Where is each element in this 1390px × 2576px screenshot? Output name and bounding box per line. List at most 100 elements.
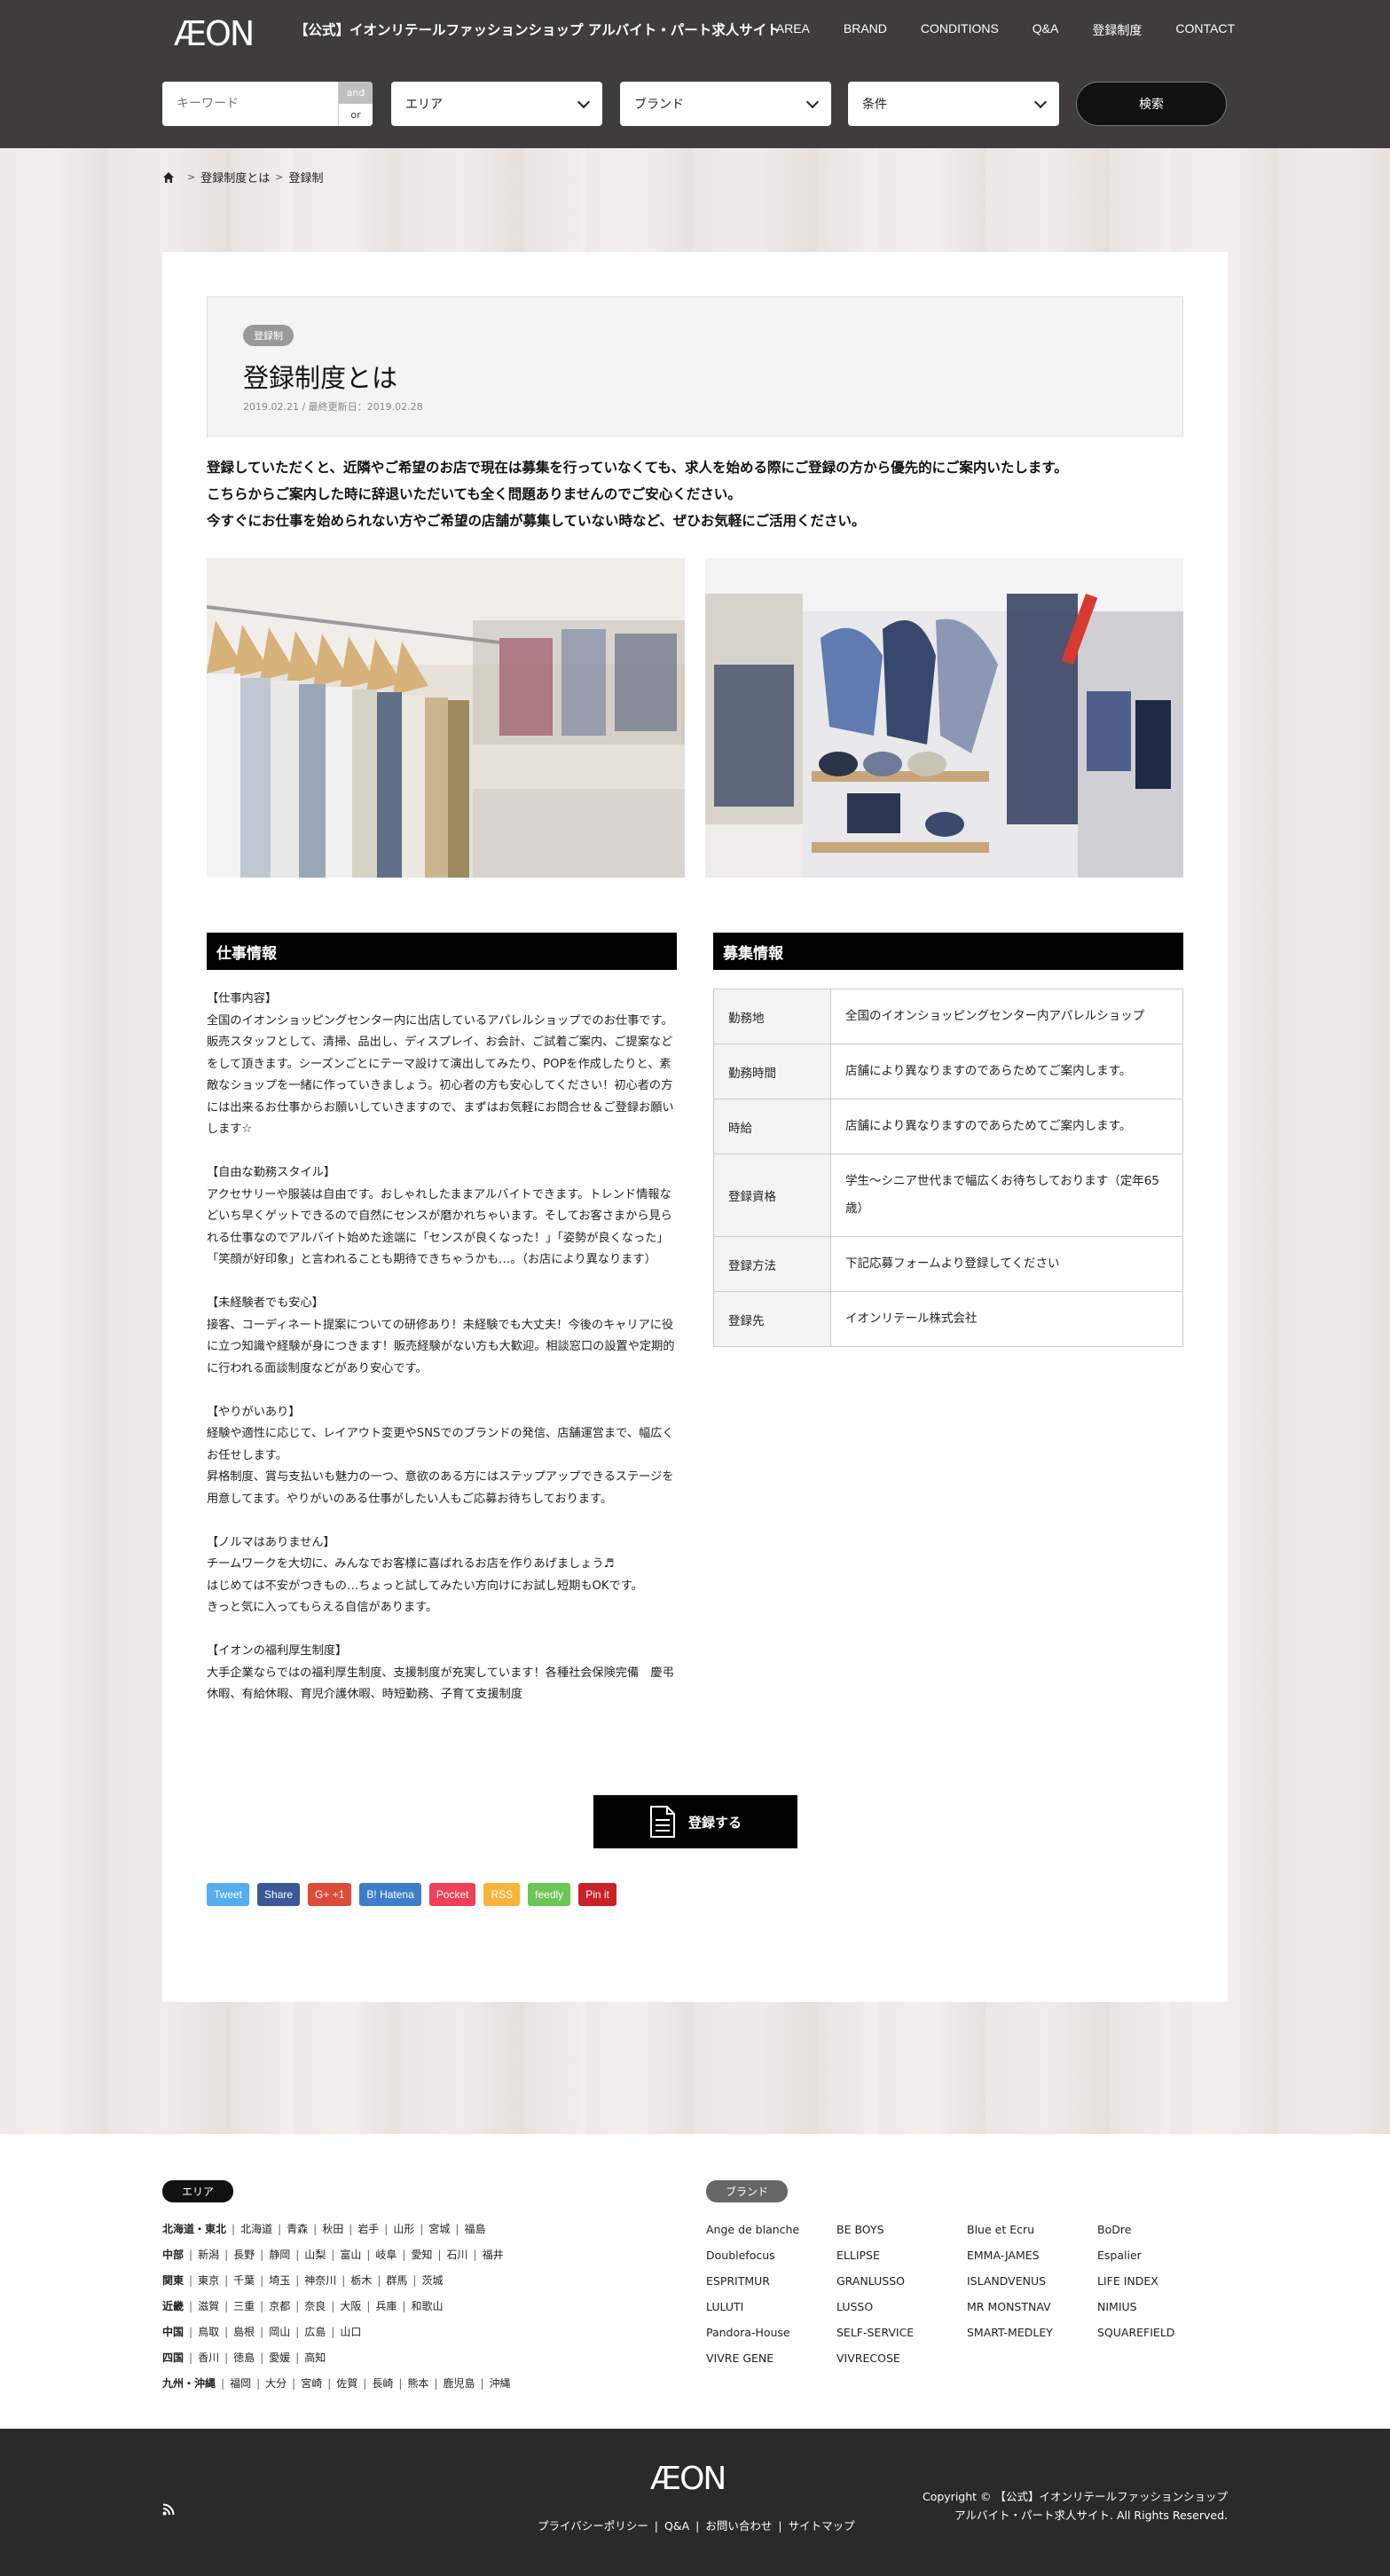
prefecture-link[interactable]: 長崎	[372, 2377, 393, 2390]
brand-link[interactable]: SQUAREFIELD	[1097, 2320, 1228, 2345]
brand-link[interactable]: BoDre	[1097, 2217, 1228, 2242]
prefecture-link[interactable]: 大分	[265, 2377, 287, 2390]
nav-contact[interactable]: CONTACT	[1175, 21, 1235, 39]
brand-link[interactable]: SELF-SERVICE	[836, 2320, 967, 2345]
feedly-button[interactable]: feedly	[528, 1883, 571, 1906]
prefecture-link[interactable]: 栃木	[350, 2274, 372, 2287]
brand-link[interactable]: ESPRITMUR	[706, 2268, 836, 2294]
search-button[interactable]: 検索	[1076, 82, 1227, 126]
nav-registration[interactable]: 登録制度	[1092, 21, 1142, 39]
brand-link[interactable]: VIVRECOSE	[836, 2345, 967, 2371]
brand-select[interactable]: ブランド	[620, 82, 831, 126]
prefecture-link[interactable]: 福島	[464, 2223, 485, 2235]
prefecture-link[interactable]: 山形	[393, 2223, 414, 2235]
prefecture-link[interactable]: 東京	[198, 2274, 219, 2287]
prefecture-link[interactable]: 和歌山	[411, 2300, 443, 2312]
prefecture-link[interactable]: 富山	[340, 2249, 361, 2261]
prefecture-link[interactable]: 香川	[198, 2351, 219, 2364]
or-option[interactable]: or	[339, 104, 373, 126]
qa-link[interactable]: Q&A	[664, 2519, 689, 2533]
prefecture-link[interactable]: 神奈川	[304, 2274, 336, 2287]
brand-link[interactable]: BE BOYS	[836, 2217, 967, 2242]
and-option[interactable]: and	[339, 82, 373, 104]
prefecture-link[interactable]: 愛媛	[269, 2351, 290, 2364]
prefecture-link[interactable]: 埼玉	[269, 2274, 290, 2287]
brand-link[interactable]: LUSSO	[836, 2294, 967, 2320]
brand-link[interactable]: NIMIUS	[1097, 2294, 1228, 2320]
pocket-button[interactable]: Pocket	[428, 1883, 476, 1906]
aeon-logo[interactable]: ÆON	[174, 14, 255, 53]
prefecture-link[interactable]: 茨城	[421, 2274, 443, 2287]
prefecture-link[interactable]: 鹿児島	[443, 2377, 475, 2390]
prefecture-link[interactable]: 山梨	[304, 2249, 326, 2261]
nav-brand[interactable]: BRAND	[844, 21, 887, 39]
prefecture-link[interactable]: 高知	[304, 2351, 326, 2364]
prefecture-link[interactable]: 山口	[340, 2326, 361, 2338]
condition-select[interactable]: 条件	[848, 82, 1059, 126]
footer-logo[interactable]: ÆON	[650, 2461, 726, 2497]
prefecture-link[interactable]: 鳥取	[198, 2326, 219, 2338]
brand-link[interactable]: LIFE INDEX	[1097, 2268, 1228, 2294]
prefecture-link[interactable]: 福井	[483, 2249, 504, 2261]
prefecture-link[interactable]: 滋賀	[198, 2300, 219, 2312]
google-plus-button[interactable]: G+ +1	[308, 1883, 352, 1906]
brand-link[interactable]: VIVRE GENE	[706, 2345, 836, 2371]
breadcrumb-parent[interactable]: 登録制度とは	[200, 169, 270, 185]
brand-link[interactable]: EMMA-JAMES	[967, 2242, 1097, 2268]
prefecture-link[interactable]: 北海道	[240, 2223, 272, 2235]
prefecture-link[interactable]: 佐賀	[336, 2377, 357, 2390]
sitemap-link[interactable]: サイトマップ	[789, 2519, 855, 2533]
nav-area[interactable]: AREA	[776, 21, 810, 39]
prefecture-link[interactable]: 石川	[447, 2249, 468, 2261]
brand-link[interactable]: Ange de blanche	[706, 2217, 836, 2242]
prefecture-link[interactable]: 岩手	[357, 2223, 379, 2235]
pinterest-button[interactable]: Pin it	[578, 1883, 616, 1906]
brand-link[interactable]: Blue et Ecru	[967, 2217, 1097, 2242]
prefecture-link[interactable]: 三重	[233, 2300, 255, 2312]
prefecture-link[interactable]: 福岡	[230, 2377, 251, 2390]
prefecture-link[interactable]: 島根	[233, 2326, 255, 2338]
prefecture-link[interactable]: 愛知	[411, 2249, 432, 2261]
register-button[interactable]: 登録する	[593, 1795, 797, 1848]
prefecture-link[interactable]: 秋田	[322, 2223, 343, 2235]
prefecture-link[interactable]: 兵庫	[375, 2300, 397, 2312]
area-select[interactable]: エリア	[391, 82, 602, 126]
prefecture-link[interactable]: 青森	[287, 2223, 308, 2235]
prefecture-link[interactable]: 群馬	[386, 2274, 407, 2287]
prefecture-link[interactable]: 沖縄	[490, 2377, 511, 2390]
brand-link[interactable]: ELLIPSE	[836, 2242, 967, 2268]
brand-link[interactable]: ISLANDVENUS	[967, 2268, 1097, 2294]
nav-qa[interactable]: Q&A	[1033, 21, 1059, 39]
contact-link[interactable]: お問い合わせ	[705, 2519, 772, 2533]
tweet-button[interactable]: Tweet	[207, 1883, 250, 1906]
rss-button[interactable]: RSS	[483, 1883, 521, 1906]
prefecture-link[interactable]: 宮崎	[301, 2377, 322, 2390]
prefecture-link[interactable]: 大阪	[340, 2300, 361, 2312]
category-badge[interactable]: 登録制	[243, 325, 294, 346]
prefecture-link[interactable]: 京都	[269, 2300, 290, 2312]
prefecture-link[interactable]: 岐阜	[375, 2249, 397, 2261]
prefecture-link[interactable]: 新潟	[198, 2249, 219, 2261]
brand-link[interactable]: MR MONSTNAV	[967, 2294, 1097, 2320]
prefecture-link[interactable]: 宮城	[428, 2223, 450, 2235]
brand-link[interactable]: Doublefocus	[706, 2242, 836, 2268]
brand-link[interactable]: SMART-MEDLEY	[967, 2320, 1097, 2345]
prefecture-link[interactable]: 岡山	[269, 2326, 290, 2338]
prefecture-link[interactable]: 徳島	[233, 2351, 255, 2364]
brand-link[interactable]: Pandora-House	[706, 2320, 836, 2345]
privacy-policy-link[interactable]: プライバシーポリシー	[538, 2519, 648, 2533]
brand-link[interactable]: Espalier	[1097, 2242, 1228, 2268]
prefecture-link[interactable]: 長野	[233, 2249, 255, 2261]
prefecture-link[interactable]: 奈良	[304, 2300, 326, 2312]
nav-conditions[interactable]: CONDITIONS	[921, 21, 999, 39]
prefecture-link[interactable]: 千葉	[233, 2274, 255, 2287]
keyword-input[interactable]	[162, 82, 338, 126]
rss-icon[interactable]	[162, 2503, 175, 2516]
brand-link[interactable]: GRANLUSSO	[836, 2268, 967, 2294]
prefecture-link[interactable]: 静岡	[269, 2249, 290, 2261]
prefecture-link[interactable]: 広島	[304, 2326, 326, 2338]
home-icon[interactable]	[162, 171, 175, 184]
hatena-button[interactable]: B! Hatena	[359, 1883, 421, 1906]
site-title[interactable]: 【公式】イオンリテールファッションショップ アルバイト・パート求人サイト	[294, 20, 781, 39]
prefecture-link[interactable]: 熊本	[407, 2377, 428, 2390]
